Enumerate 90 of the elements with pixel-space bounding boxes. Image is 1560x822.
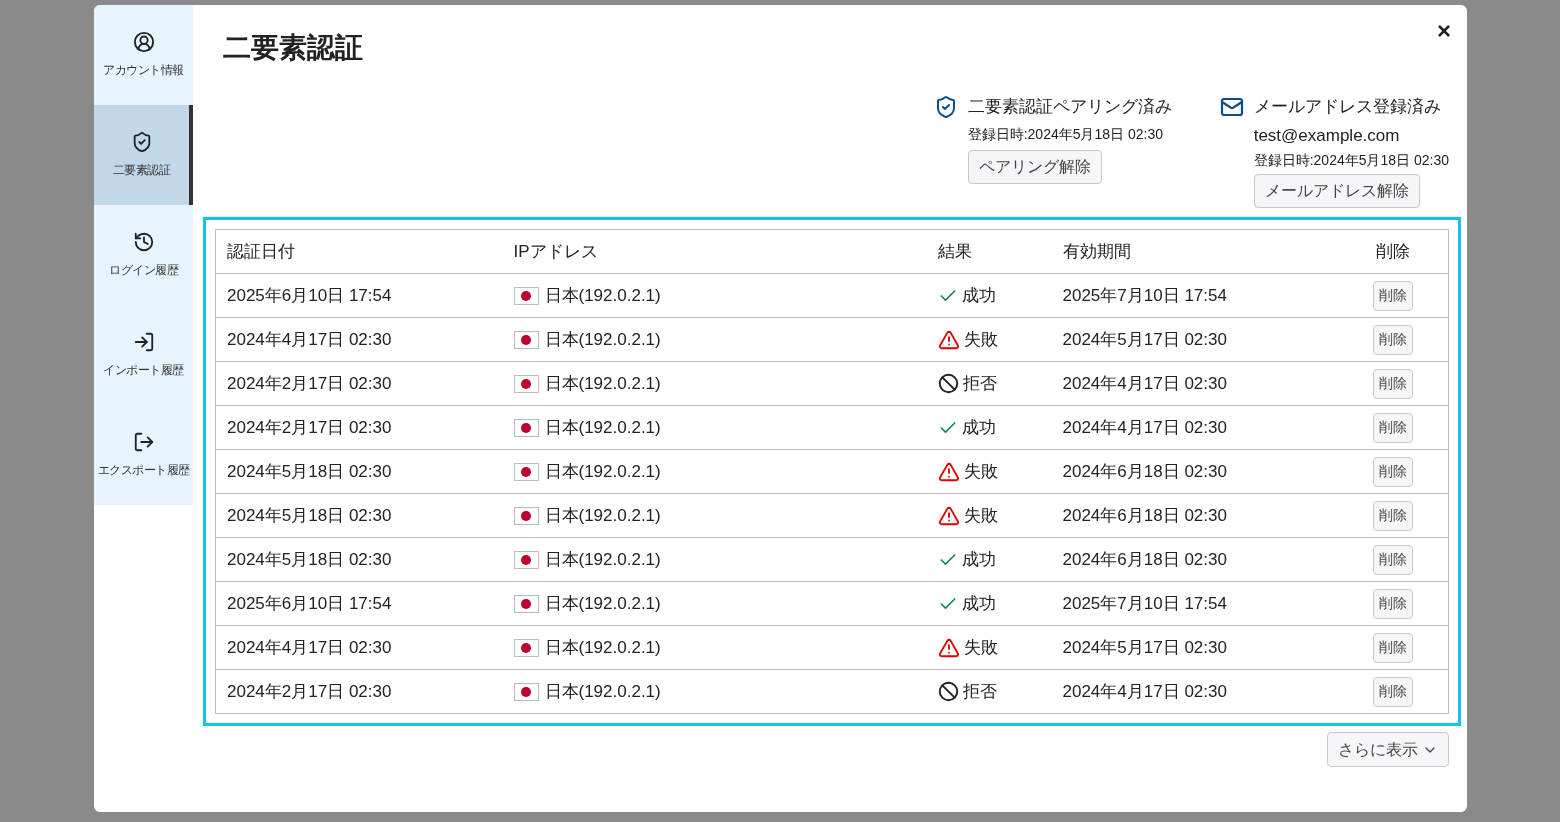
status-label: メールアドレス登録済み [1253, 96, 1441, 118]
result-label: 拒否 [962, 372, 997, 395]
table-cell-text: 日本(192.0.2.1) [544, 328, 661, 351]
table-cell: 2024年5月17日 02:30 [1051, 625, 1339, 670]
history-icon [132, 231, 155, 253]
table-cell: 2025年6月10日 17:54 [215, 581, 503, 626]
table-cell-text: 日本(192.0.2.1) [544, 680, 661, 703]
table-cell-text: 日本(192.0.2.1) [544, 372, 661, 395]
japan-flag-icon [513, 638, 539, 657]
close-button[interactable]: × [1437, 19, 1451, 43]
japan-flag-icon [513, 462, 539, 481]
delete-button[interactable]: 削除 [1373, 280, 1414, 311]
table-cell: 2024年4月17日 02:30 [1051, 405, 1339, 450]
remove-email-button[interactable]: メールアドレス解除 [1253, 174, 1420, 208]
table-cell: 2025年6月10日 17:54 [215, 273, 503, 318]
delete-button[interactable]: 削除 [1373, 412, 1414, 443]
delete-button[interactable]: 削除 [1373, 368, 1414, 399]
table-cell: 2024年4月17日 02:30 [1051, 361, 1339, 406]
email-address: test@example.com [1253, 124, 1400, 147]
table-cell: 2024年5月18日 02:30 [215, 493, 503, 538]
column-header: IPアドレス [502, 229, 927, 274]
result-label: 成功 [961, 592, 996, 615]
table-cell: 2024年4月17日 02:30 [215, 625, 503, 670]
status-label: 二要素認証ペアリング済み [967, 96, 1172, 118]
registered-date: 登録日時:2024年5月18日 02:30 [967, 124, 1163, 144]
table-cell: 2024年5月17日 02:30 [1051, 317, 1339, 362]
result-label: 失敗 [963, 504, 998, 527]
table-cell: 2024年5月18日 02:30 [215, 449, 503, 494]
warning-icon [937, 504, 960, 527]
delete-button[interactable]: 削除 [1373, 632, 1414, 663]
table-cell-text: 日本(192.0.2.1) [544, 416, 661, 439]
japan-flag-icon [513, 506, 539, 525]
delete-button[interactable]: 削除 [1373, 324, 1414, 355]
column-header: 有効期間 [1051, 229, 1339, 274]
dialog-title: 二要素認証 [223, 31, 363, 65]
sidebar-tab[interactable]: ログイン履歴 [94, 205, 193, 305]
table-cell: 2025年7月10日 17:54 [1051, 273, 1339, 318]
show-more-button[interactable]: さらに表示 [1327, 732, 1449, 767]
table-cell-text: 日本(192.0.2.1) [544, 504, 661, 527]
result-label: 拒否 [962, 680, 997, 703]
column-header: 認証日付 [215, 229, 503, 274]
japan-flag-icon [513, 330, 539, 349]
warning-icon [937, 636, 960, 659]
table-cell-text: 日本(192.0.2.1) [544, 548, 661, 571]
sidebar-tab[interactable]: エクスポート履歴 [94, 405, 193, 505]
mail-icon [1219, 95, 1244, 119]
column-header: 結果 [926, 229, 1052, 274]
prohibited-icon [937, 681, 959, 702]
column-header: 削除 [1338, 229, 1449, 274]
japan-flag-icon [513, 418, 539, 437]
prohibited-icon [937, 373, 959, 394]
table-cell-text: 日本(192.0.2.1) [544, 636, 661, 659]
japan-flag-icon [513, 374, 539, 393]
table-cell: 2024年6月18日 02:30 [1051, 537, 1339, 582]
sidebar-tab[interactable]: アカウント情報 [94, 5, 193, 105]
sidebar-tab[interactable]: インポート履歴 [94, 305, 193, 405]
result-label: 成功 [961, 548, 996, 571]
japan-flag-icon [513, 594, 539, 613]
unpair-button[interactable]: ペアリング解除 [967, 149, 1102, 184]
warning-icon [937, 328, 960, 351]
result-label: 失敗 [963, 460, 998, 483]
sidebar-tab[interactable]: 二要素認証 [94, 105, 193, 205]
registered-date: 登録日時:2024年5月18日 02:30 [1253, 151, 1449, 170]
arrow-into-bracket-icon [132, 331, 155, 353]
table-cell: 2024年4月17日 02:30 [215, 317, 503, 362]
delete-button[interactable]: 削除 [1373, 676, 1414, 707]
japan-flag-icon [513, 682, 539, 701]
delete-button[interactable]: 削除 [1373, 588, 1414, 619]
result-label: 失敗 [963, 636, 998, 659]
result-label: 成功 [961, 416, 996, 439]
delete-button[interactable]: 削除 [1373, 500, 1414, 531]
table-cell: 2024年6月18日 02:30 [1051, 449, 1339, 494]
table-cell: 2025年7月10日 17:54 [1051, 581, 1339, 626]
warning-icon [937, 460, 960, 483]
table-cell-text: 日本(192.0.2.1) [544, 460, 661, 483]
table-cell: 2024年6月18日 02:30 [1051, 493, 1339, 538]
delete-button[interactable]: 削除 [1373, 456, 1414, 487]
table-cell-text: 日本(192.0.2.1) [544, 284, 661, 307]
table-cell: 2024年2月17日 02:30 [215, 405, 503, 450]
result-label: 失敗 [963, 328, 998, 351]
table-cell-text: 日本(192.0.2.1) [544, 592, 661, 615]
user-circle-icon [132, 31, 155, 53]
table-cell: 2024年4月17日 02:30 [1051, 669, 1339, 714]
table-cell: 2024年2月17日 02:30 [215, 669, 503, 714]
japan-flag-icon [513, 550, 539, 569]
delete-button[interactable]: 削除 [1373, 544, 1414, 575]
result-label: 成功 [961, 284, 996, 307]
table-cell: 2024年5月18日 02:30 [215, 537, 503, 582]
table-cell: 2024年2月17日 02:30 [215, 361, 503, 406]
japan-flag-icon [513, 286, 539, 305]
